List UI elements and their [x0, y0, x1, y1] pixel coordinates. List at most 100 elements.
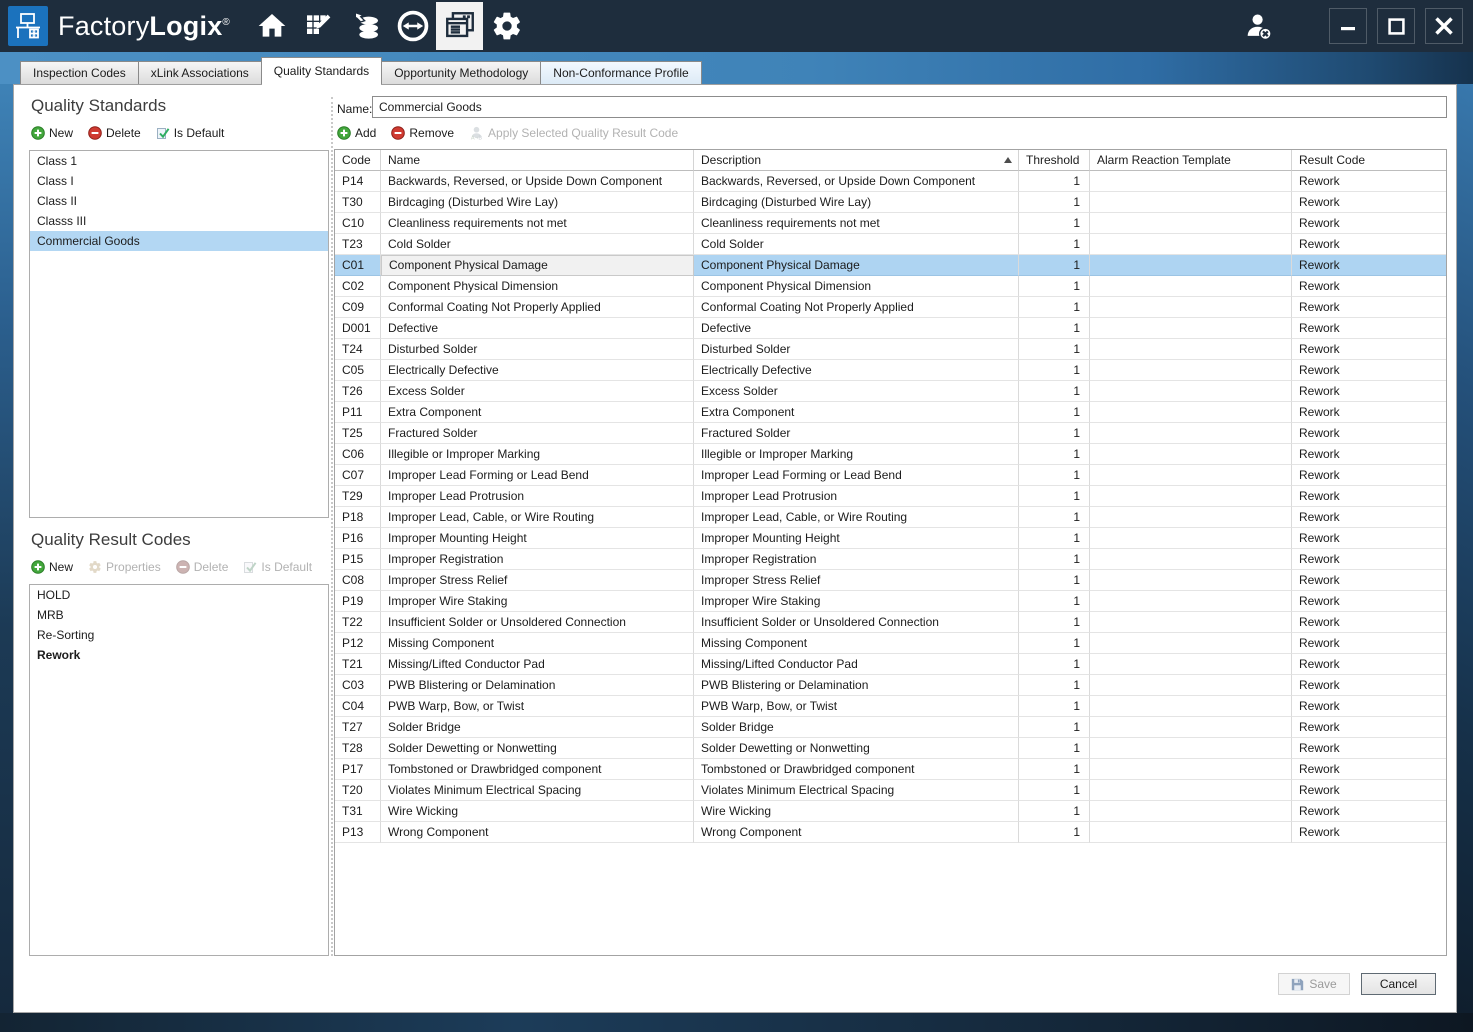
- table-cell: Illegible or Improper Marking: [381, 444, 694, 465]
- tab-opportunity-methodology[interactable]: Opportunity Methodology: [381, 61, 542, 84]
- table-cell: Wrong Component: [381, 822, 694, 843]
- table-cell: 1: [1019, 696, 1090, 717]
- table-row[interactable]: T22 Insufficient Solder or Unsoldered Con…: [335, 612, 1446, 633]
- apply-result-code-button[interactable]: AB Apply Selected Quality Result Code: [469, 126, 678, 140]
- table-row[interactable]: P16 Improper Mounting Height Improper Moun…: [335, 528, 1446, 549]
- new-standard-label: New: [49, 126, 74, 140]
- list-item[interactable]: Class 1: [30, 151, 328, 171]
- column-header-threshold[interactable]: Threshold: [1019, 150, 1090, 171]
- cancel-button[interactable]: Cancel: [1361, 973, 1436, 995]
- tab-non-conformance-profile[interactable]: Non-Conformance Profile: [540, 61, 702, 84]
- table-cell: 1: [1019, 549, 1090, 570]
- table-row[interactable]: D001 Defective Defective 1 Rework: [335, 318, 1446, 339]
- minimize-button[interactable]: [1329, 8, 1367, 44]
- table-row[interactable]: T24 Disturbed Solder Disturbed Solder 1 Rewo…: [335, 339, 1446, 360]
- table-row[interactable]: C08 Improper Stress Relief Improper Stress…: [335, 570, 1446, 591]
- panel-splitter[interactable]: [331, 97, 333, 956]
- column-header-result-code[interactable]: Result Code: [1292, 150, 1446, 171]
- list-item[interactable]: Class I: [30, 171, 328, 191]
- table-cell: C02: [335, 276, 381, 297]
- table-cell: 1: [1019, 759, 1090, 780]
- table-row[interactable]: C09 Conformal Coating Not Properly Applie…: [335, 297, 1446, 318]
- documents-icon[interactable]: [436, 2, 483, 50]
- table-row[interactable]: T26 Excess Solder Excess Solder 1 Rework: [335, 381, 1446, 402]
- list-item[interactable]: Classs III: [30, 211, 328, 231]
- is-default-standard-button[interactable]: Is Default: [156, 126, 224, 140]
- table-cell: Component Physical Dimension: [381, 276, 694, 297]
- table-cell: 1: [1019, 738, 1090, 759]
- home-icon[interactable]: [248, 2, 295, 50]
- table-cell: 1: [1019, 381, 1090, 402]
- table-cell: P18: [335, 507, 381, 528]
- table-row[interactable]: C07 Improper Lead Forming or Lead Bend Imp…: [335, 465, 1446, 486]
- name-input[interactable]: [372, 96, 1447, 118]
- table-row[interactable]: T29 Improper Lead Protrusion Improper Lead…: [335, 486, 1446, 507]
- new-result-code-button[interactable]: New: [31, 560, 73, 574]
- table-row[interactable]: P14 Backwards, Reversed, or Upside Down C…: [335, 171, 1446, 192]
- table-cell: T25: [335, 423, 381, 444]
- list-item[interactable]: Class II: [30, 191, 328, 211]
- tab-xlink-associations[interactable]: xLink Associations: [137, 61, 262, 84]
- table-cell: [1090, 255, 1292, 276]
- column-header-name[interactable]: Name: [381, 150, 694, 171]
- remove-code-button[interactable]: Remove: [391, 126, 454, 140]
- save-button[interactable]: Save: [1278, 973, 1350, 995]
- materials-stack-icon[interactable]: [342, 2, 389, 50]
- table-row[interactable]: C10 Cleanliness requirements not met Clean…: [335, 213, 1446, 234]
- transfer-sync-icon[interactable]: [389, 2, 436, 50]
- table-cell: Rework: [1292, 717, 1446, 738]
- table-row[interactable]: T21 Missing/Lifted Conductor Pad Missing/L…: [335, 654, 1446, 675]
- is-default-result-code-button[interactable]: Is Default: [243, 560, 312, 574]
- delete-standard-button[interactable]: Delete: [88, 126, 141, 140]
- properties-result-code-button[interactable]: Properties: [88, 560, 161, 574]
- column-header-code[interactable]: Code: [335, 150, 381, 171]
- table-cell: [1090, 360, 1292, 381]
- table-row[interactable]: P15 Improper Registration Improper Registr…: [335, 549, 1446, 570]
- table-cell: P19: [335, 591, 381, 612]
- list-item[interactable]: HOLD: [30, 585, 328, 605]
- table-row[interactable]: C04 PWB Warp, Bow, or Twist PWB Warp, Bow,…: [335, 696, 1446, 717]
- new-standard-button[interactable]: New: [31, 126, 73, 140]
- table-row[interactable]: T25 Fractured Solder Fractured Solder 1 Rewo…: [335, 423, 1446, 444]
- table-row[interactable]: T30 Birdcaging (Disturbed Wire Lay) Birdca…: [335, 192, 1446, 213]
- list-item[interactable]: Commercial Goods: [30, 231, 328, 251]
- delete-standard-label: Delete: [106, 126, 141, 140]
- list-item[interactable]: MRB: [30, 605, 328, 625]
- tab-quality-standards[interactable]: Quality Standards: [260, 57, 383, 86]
- tab-inspection-codes[interactable]: Inspection Codes: [20, 61, 139, 84]
- table-row[interactable]: T28 Solder Dewetting or Nonwetting Solder …: [335, 738, 1446, 759]
- table-row[interactable]: T23 Cold Solder Cold Solder 1 Rework: [335, 234, 1446, 255]
- delete-result-code-button[interactable]: Delete: [175, 560, 228, 574]
- design-grid-pencil-icon[interactable]: [295, 2, 342, 50]
- table-row[interactable]: P13 Wrong Component Wrong Component 1 Rework: [335, 822, 1446, 843]
- settings-gear-icon[interactable]: [483, 2, 530, 50]
- table-row[interactable]: C05 Electrically Defective Electrically De…: [335, 360, 1446, 381]
- column-header-alarm-reaction-template[interactable]: Alarm Reaction Template: [1090, 150, 1292, 171]
- table-row[interactable]: P17 Tombstoned or Drawbridged component To…: [335, 759, 1446, 780]
- table-cell: Defective: [381, 318, 694, 339]
- table-row[interactable]: T27 Solder Bridge Solder Bridge 1 Rework: [335, 717, 1446, 738]
- table-row[interactable]: C01 Component Physical Damage Component Ph…: [335, 255, 1446, 276]
- add-code-button[interactable]: Add: [337, 126, 376, 140]
- table-row[interactable]: P11 Extra Component Extra Component 1 Rework: [335, 402, 1446, 423]
- table-row[interactable]: P19 Improper Wire Staking Improper Wire St…: [335, 591, 1446, 612]
- list-item[interactable]: Re-Sorting: [30, 625, 328, 645]
- table-cell: [1090, 402, 1292, 423]
- table-cell: Rework: [1292, 822, 1446, 843]
- close-button[interactable]: [1425, 8, 1463, 44]
- table-row[interactable]: P12 Missing Component Missing Component 1 Re…: [335, 633, 1446, 654]
- table-row[interactable]: C02 Component Physical Dimension Component…: [335, 276, 1446, 297]
- table-row[interactable]: C03 PWB Blistering or Delamination PWB Bli…: [335, 675, 1446, 696]
- table-row[interactable]: P18 Improper Lead, Cable, or Wire Routing…: [335, 507, 1446, 528]
- maximize-button[interactable]: [1377, 8, 1415, 44]
- table-row[interactable]: C06 Illegible or Improper Marking Illegibl…: [335, 444, 1446, 465]
- list-item[interactable]: Rework: [30, 645, 328, 665]
- column-header-description[interactable]: Description: [694, 150, 1019, 171]
- table-cell: T31: [335, 801, 381, 822]
- sort-ascending-icon: [1004, 157, 1012, 163]
- table-cell: C05: [335, 360, 381, 381]
- table-cell: C09: [335, 297, 381, 318]
- table-row[interactable]: T31 Wire Wicking Wire Wicking 1 Rework: [335, 801, 1446, 822]
- logout-user-icon[interactable]: [1237, 6, 1281, 46]
- table-row[interactable]: T20 Violates Minimum Electrical Spacing Vi…: [335, 780, 1446, 801]
